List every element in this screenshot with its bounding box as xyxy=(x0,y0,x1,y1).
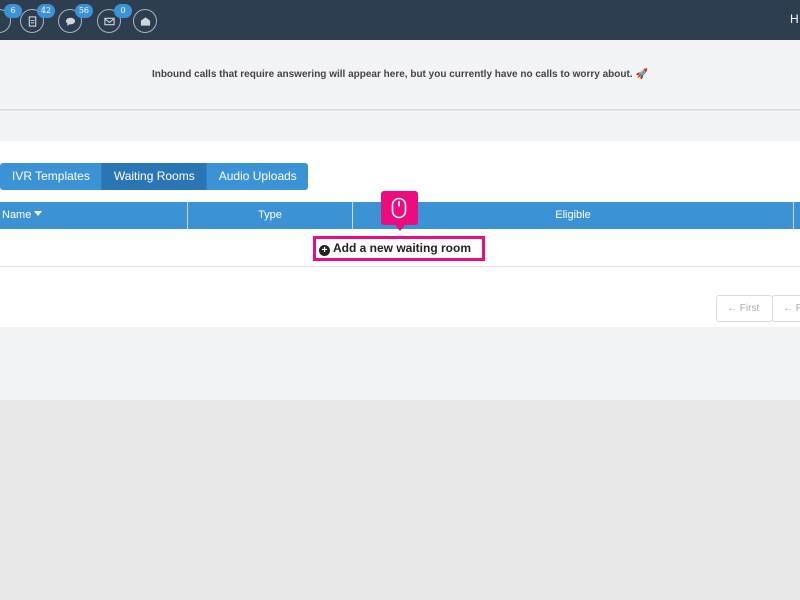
document-icon-glyph xyxy=(28,15,36,27)
column-header-name-label: Name xyxy=(2,209,32,221)
chat-icon-glyph xyxy=(65,17,75,26)
inbound-calls-notice: Inbound calls that require answering wil… xyxy=(0,40,800,110)
notification-badge: 42 xyxy=(36,4,55,18)
rocket-icon: 🚀 xyxy=(635,69,649,80)
user-menu[interactable]: H xyxy=(790,12,799,26)
document-icon[interactable]: 42 xyxy=(20,4,55,33)
chat-icon[interactable]: 56 xyxy=(58,4,93,33)
column-header-eligible[interactable]: Eligible xyxy=(353,202,794,229)
tab-ivr-templates[interactable]: IVR Templates xyxy=(0,163,102,190)
column-header-name[interactable]: Name xyxy=(0,202,188,229)
sort-caret-icon xyxy=(34,211,43,216)
envelope-open-icon-glyph xyxy=(140,16,150,26)
notice-text-wrapper: Inbound calls that require answering wil… xyxy=(0,69,800,80)
mouse-icon xyxy=(391,197,407,219)
tab-audio-uploads[interactable]: Audio Uploads xyxy=(206,163,308,190)
tab-bar: IVR Templates Waiting Rooms Audio Upload… xyxy=(0,163,308,190)
notification-badge: 56 xyxy=(74,4,93,18)
pagination-first-button[interactable]: ← First xyxy=(716,295,773,322)
mail-icon[interactable]: 0 xyxy=(97,4,132,33)
pagination-previous-button[interactable]: ← P xyxy=(772,295,800,322)
click-target-highlight xyxy=(313,236,485,261)
mouse-click-indicator xyxy=(381,191,418,231)
waiting-rooms-panel: IVR Templates Waiting Rooms Audio Upload… xyxy=(0,141,800,327)
section-gap xyxy=(0,111,800,141)
tab-waiting-rooms[interactable]: Waiting Rooms xyxy=(101,163,207,190)
column-header-type[interactable]: Type xyxy=(188,202,353,229)
top-nav-bar: 6 42 56 0 H xyxy=(0,0,800,40)
notification-badge: 6 xyxy=(4,4,22,18)
notice-message: Inbound calls that require answering wil… xyxy=(151,69,633,80)
notification-badge: 0 xyxy=(114,4,132,18)
user-icon[interactable]: 6 xyxy=(0,4,22,33)
envelope-open-icon[interactable] xyxy=(133,9,157,33)
mail-icon-glyph xyxy=(103,17,115,25)
lower-section xyxy=(0,327,800,400)
